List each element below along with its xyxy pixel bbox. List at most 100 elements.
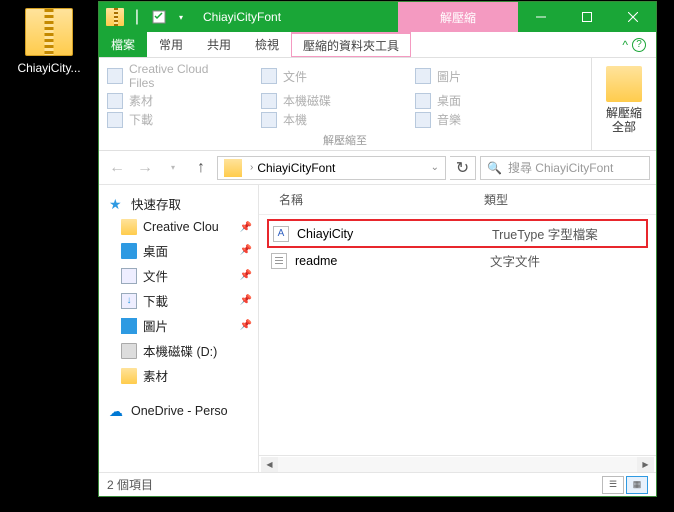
refresh-button[interactable]: ↻ [450,156,476,180]
font-file-icon: A [273,226,289,242]
folder-icon [107,93,123,109]
ribbon-dest-6[interactable]: 下載 [107,111,237,128]
pin-icon: 📌 [240,245,252,256]
sidebar-icon [121,268,137,284]
sidebar-icon [121,368,137,384]
file-type: TrueType 字型檔案 [492,224,598,243]
breadcrumb-zip-icon [224,159,242,177]
ribbon-dest-8[interactable]: 音樂 [415,111,545,128]
tab-compressed-tools[interactable]: 壓縮的資料夾工具 [291,32,411,57]
address-bar[interactable]: › ChiayiCityFont ⌄ [217,156,446,180]
qat-separator: | [127,7,147,27]
extract-all-button[interactable]: 解壓縮 全部 [606,106,642,135]
pin-icon: 📌 [240,295,252,306]
navigation-bar: ← → ▾ ↑ › ChiayiCityFont ⌄ ↻ 🔍 搜尋 Chiayi… [99,151,656,185]
folder-icon [261,93,277,109]
chevron-right-icon[interactable]: › [246,162,257,173]
view-icons-button[interactable]: ▦ [626,476,648,494]
extract-all-icon [606,66,642,102]
ribbon-collapse-button[interactable]: ^ ? [612,32,656,57]
sidebar-icon [121,318,137,334]
maximize-button[interactable] [564,2,610,32]
ribbon-dest-0[interactable]: Creative Cloud Files [107,62,237,90]
sidebar-icon [121,243,137,259]
ribbon-tabs: 檔案 常用 共用 檢視 壓縮的資料夾工具 ^ ? [99,32,656,58]
desktop-zip-file[interactable]: ChiayiCity... [12,8,86,75]
close-button[interactable] [610,2,656,32]
app-icon[interactable] [105,7,125,27]
ribbon-panel-label: 解壓縮至 [107,132,583,148]
horizontal-scrollbar[interactable]: ◀ ▶ [259,455,656,472]
pin-icon: 📌 [240,222,252,233]
ribbon-dest-1[interactable]: 文件 [261,62,391,90]
folder-icon [107,112,123,128]
sidebar-item-1[interactable]: 桌面📌 [99,238,258,263]
nav-recent-dropdown[interactable]: ▾ [161,156,185,180]
sidebar-quick-access[interactable]: ★ 快速存取 [99,191,258,216]
desktop-icon-label: ChiayiCity... [12,61,86,75]
tab-share[interactable]: 共用 [195,32,243,57]
ribbon-dest-3[interactable]: 素材 [107,92,237,109]
context-tab-extract[interactable]: 解壓縮 [398,2,518,32]
status-bar: 2 個項目 ☰ ▦ [99,472,656,496]
qat-dropdown-icon[interactable]: ▾ [171,7,191,27]
column-name[interactable]: 名稱 [269,191,484,208]
sidebar-onedrive[interactable]: ☁ OneDrive - Perso [99,400,258,422]
ribbon-dest-4[interactable]: 本機磁碟 [261,92,391,109]
pin-icon: 📌 [240,320,252,331]
navigation-pane: ★ 快速存取 Creative Clou📌桌面📌文件📌下載📌圖片📌本機磁碟 (D… [99,185,259,472]
pin-icon: 📌 [240,270,252,281]
sidebar-item-4[interactable]: 圖片📌 [99,313,258,338]
scroll-right-icon[interactable]: ▶ [637,457,654,472]
column-type[interactable]: 類型 [484,191,646,208]
folder-icon [415,68,431,84]
file-list-view: 名稱 類型 AChiayiCityTrueType 字型檔案readme文字文件… [259,185,656,472]
tab-view[interactable]: 檢視 [243,32,291,57]
nav-back-button[interactable]: ← [105,156,129,180]
sidebar-icon [121,293,137,309]
ribbon: Creative Cloud Files 文件圖片素材 本機磁碟 桌面下載 本機 音樂 解… [99,58,656,151]
ribbon-dest-2[interactable]: 圖片 [415,62,545,90]
nav-forward-button[interactable]: → [133,156,157,180]
search-icon: 🔍 [487,161,502,175]
file-row[interactable]: readme文字文件 [267,248,648,273]
sidebar-item-5[interactable]: 本機磁碟 (D:) [99,338,258,363]
sidebar-item-0[interactable]: Creative Clou📌 [99,216,258,238]
sidebar-icon [121,343,137,359]
view-details-button[interactable]: ☰ [602,476,624,494]
folder-icon [107,68,123,84]
zip-icon [25,8,73,56]
nav-up-button[interactable]: ↑ [189,156,213,180]
folder-icon [415,112,431,128]
qat-properties-icon[interactable] [149,7,169,27]
star-icon: ★ [109,196,125,212]
file-name: ChiayiCity [297,227,492,241]
column-headers: 名稱 類型 [259,185,656,215]
window-title: ChiayiCityFont [203,10,281,24]
titlebar: | ▾ ChiayiCityFont 解壓縮 [99,2,656,32]
breadcrumb-current[interactable]: ChiayiCityFont [257,161,335,175]
sidebar-item-3[interactable]: 下載📌 [99,288,258,313]
folder-icon [261,112,277,128]
chevron-down-icon[interactable]: ⌄ [431,162,443,173]
explorer-window: | ▾ ChiayiCityFont 解壓縮 檔案 常用 共用 檢視 壓縮的資料… [98,1,657,497]
folder-icon [415,93,431,109]
file-name: readme [295,254,490,268]
file-row[interactable]: A ChiayiCityTrueType 字型檔案 [267,219,648,248]
item-count: 2 個項目 [107,476,153,493]
tab-file[interactable]: 檔案 [99,32,147,57]
minimize-button[interactable] [518,2,564,32]
text-file-icon [271,253,287,269]
file-type: 文字文件 [490,251,540,270]
sidebar-item-6[interactable]: 素材 [99,363,258,388]
ribbon-dest-7[interactable]: 本機 [261,111,391,128]
search-placeholder: 搜尋 ChiayiCityFont [508,159,613,176]
sidebar-icon [121,219,137,235]
scroll-left-icon[interactable]: ◀ [261,457,278,472]
tab-home[interactable]: 常用 [147,32,195,57]
search-input[interactable]: 🔍 搜尋 ChiayiCityFont [480,156,650,180]
folder-icon [261,68,277,84]
sidebar-item-2[interactable]: 文件📌 [99,263,258,288]
ribbon-dest-5[interactable]: 桌面 [415,92,545,109]
onedrive-icon: ☁ [109,403,125,419]
